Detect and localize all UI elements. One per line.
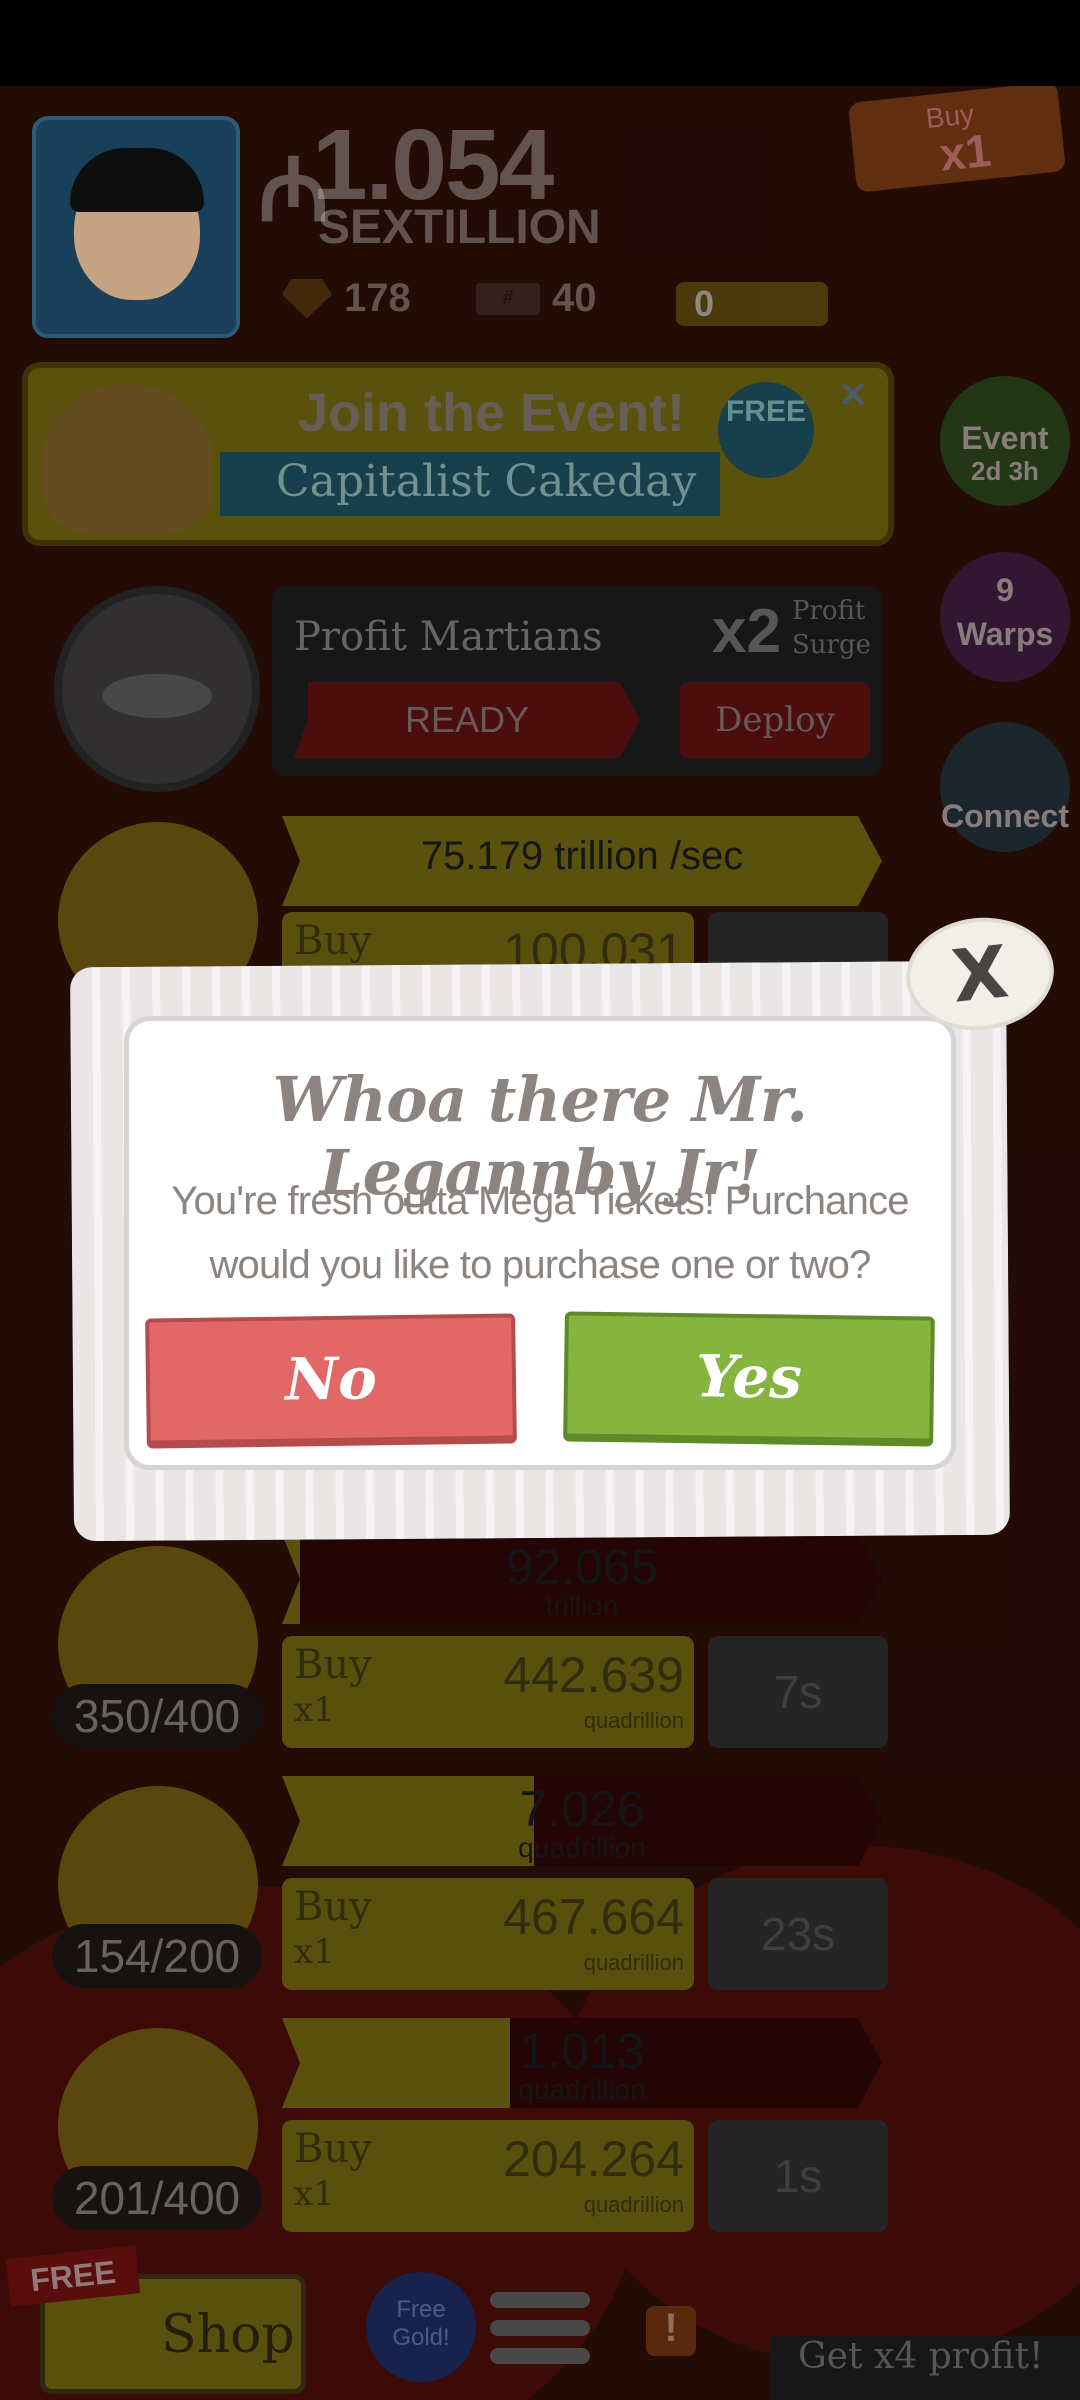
status-bar	[0, 0, 1080, 86]
no-button[interactable]: No	[145, 1313, 517, 1449]
yes-button[interactable]: Yes	[563, 1311, 935, 1447]
dialog-message: You're fresh outta Mega Tickets! Purchan…	[171, 1179, 909, 1287]
